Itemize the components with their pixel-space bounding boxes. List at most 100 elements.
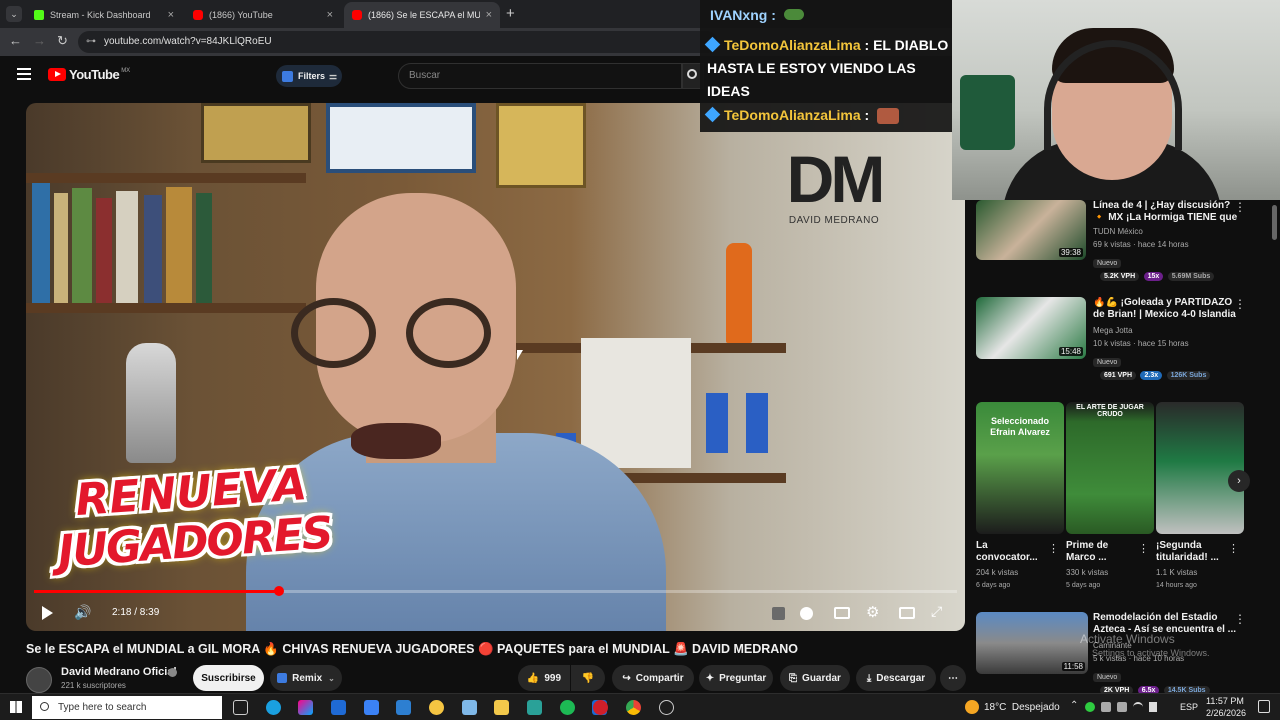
progress-track[interactable] — [34, 586, 957, 596]
weather-text[interactable]: 18°C Despejado — [984, 702, 1060, 713]
volume-icon[interactable]: 🔊 — [74, 604, 91, 621]
windows-taskbar: Type here to search 18°C Despejado ⌃ ESP… — [0, 693, 1280, 720]
outlook-icon[interactable] — [331, 700, 346, 715]
video-title[interactable]: Línea de 4 | ¿Hay discusión? 🔸 MX ¡La Ho… — [1093, 200, 1241, 224]
short-title[interactable]: Prime de Marco ... — [1066, 540, 1136, 566]
close-tab-icon[interactable]: × — [486, 9, 492, 21]
clock-time[interactable]: 11:57 PM — [1206, 696, 1244, 706]
copilot-icon[interactable] — [298, 700, 313, 715]
more-vert-icon[interactable]: ⋮ — [1234, 612, 1246, 626]
share-button[interactable]: ↪ Compartir — [612, 665, 694, 691]
site-info-icon[interactable]: ⊶ — [86, 31, 96, 53]
short-item[interactable]: ¡Segunda titularidad! ... 1.1 K vistas 1… — [1156, 402, 1244, 592]
video-thumbnail[interactable]: 39:38 — [976, 200, 1086, 260]
more-vert-icon[interactable]: ⋮ — [1048, 542, 1059, 555]
more-vert-icon[interactable]: ⋮ — [1138, 542, 1149, 555]
video-thumbnail[interactable]: 11:58 — [976, 612, 1088, 674]
save-button[interactable]: ⎘ Guardar — [780, 665, 850, 691]
opera-icon[interactable] — [593, 700, 608, 715]
sidebar-scrollbar[interactable] — [1272, 205, 1277, 240]
channel-avatar[interactable] — [26, 667, 52, 693]
youtube-logo[interactable]: YouTube MX — [48, 67, 130, 82]
tab-kick-dashboard[interactable]: Stream - Kick Dashboard × — [26, 2, 182, 28]
hamburger-menu-icon[interactable] — [17, 68, 31, 80]
short-thumbnail[interactable]: Seleccionado Efrain Alvarez — [976, 402, 1064, 534]
short-thumb-text: EL ARTE DE JUGAR CRUDO — [1076, 404, 1144, 418]
tray-chevron-icon[interactable]: ⌃ — [1070, 700, 1078, 711]
spotify-icon[interactable] — [560, 700, 575, 715]
app-icon[interactable] — [527, 700, 542, 715]
task-view-icon[interactable] — [233, 700, 248, 715]
close-tab-icon[interactable]: × — [327, 9, 333, 21]
extension-icon[interactable] — [772, 607, 785, 620]
short-item[interactable]: Seleccionado Efrain Alvarez La convocato… — [976, 402, 1064, 592]
more-vert-icon[interactable]: ⋮ — [1228, 542, 1239, 555]
like-button[interactable]: 👍 999 — [518, 665, 570, 691]
settings-gear-icon[interactable]: ⚙ — [866, 603, 879, 621]
dislike-button[interactable]: 👎 — [571, 665, 605, 691]
autoplay-toggle-icon[interactable] — [800, 607, 813, 620]
folder-icon[interactable] — [494, 700, 509, 715]
search-input[interactable]: Buscar — [398, 63, 682, 89]
short-thumbnail[interactable]: EL ARTE DE JUGAR CRUDO — [1066, 402, 1154, 534]
url-field[interactable]: ⊶ youtube.com/watch?v=84JKLlQRoEU — [78, 31, 718, 53]
short-item[interactable]: EL ARTE DE JUGAR CRUDO Prime de Marco ..… — [1066, 402, 1154, 592]
app-icon[interactable] — [659, 700, 674, 715]
list-item[interactable]: 15:48 🔥💪 ¡Goleada y PARTIDAZO de Brian! … — [976, 297, 1266, 380]
search-placeholder: Buscar — [409, 70, 441, 81]
short-title[interactable]: ¡Segunda titularidad! ... — [1156, 540, 1226, 566]
shelf — [26, 303, 306, 313]
filters-button[interactable]: Filters ⚌ — [276, 65, 342, 87]
new-tab-button[interactable]: + — [506, 5, 515, 22]
more-actions-button[interactable]: ⋯ — [940, 665, 966, 691]
back-arrow-icon[interactable]: ← — [9, 33, 22, 48]
tab-youtube-video[interactable]: (1866) Se le ESCAPA el MUNDI × — [344, 2, 500, 28]
subscribe-button[interactable]: Suscribirse — [193, 665, 264, 691]
edge-icon[interactable] — [266, 700, 281, 715]
more-vert-icon[interactable]: ⋮ — [1234, 297, 1246, 311]
obs-icon[interactable] — [429, 700, 444, 715]
more-vert-icon[interactable]: ⋮ — [1234, 200, 1246, 214]
download-button[interactable]: ⤓ Descargar — [856, 665, 936, 691]
video-title[interactable]: 🔥💪 ¡Goleada y PARTIDAZO de Brian! | Mexi… — [1093, 297, 1241, 321]
tray-icons[interactable] — [1085, 702, 1165, 712]
list-item[interactable]: 39:38 Línea de 4 | ¿Hay discusión? 🔸 MX … — [976, 200, 1266, 281]
notification-icon[interactable] — [1258, 700, 1270, 713]
tab-menu-chevron-icon[interactable]: ⌄ — [6, 6, 22, 22]
remix-button[interactable]: Remix ⌄ — [270, 665, 342, 691]
taskbar-search-box[interactable]: Type here to search — [32, 696, 222, 719]
webcam-overlay — [952, 0, 1280, 200]
channel-name[interactable]: David Medrano Oficial — [61, 666, 177, 678]
progress-fill — [34, 590, 279, 593]
like-count: 999 — [544, 672, 562, 684]
short-title[interactable]: La convocator... — [976, 540, 1046, 566]
search-icon — [40, 702, 49, 711]
theater-mode-icon[interactable] — [899, 607, 915, 619]
progress-scrubber[interactable] — [273, 586, 284, 596]
short-thumbnail[interactable] — [1156, 402, 1244, 534]
file-explorer-icon[interactable] — [462, 700, 477, 715]
channel-name[interactable]: TUDN México — [1093, 225, 1143, 238]
store-icon[interactable] — [364, 700, 379, 715]
video-thumbnail[interactable]: 15:48 — [976, 297, 1086, 359]
weather-icon[interactable] — [965, 700, 979, 714]
tab-youtube-home[interactable]: (1866) YouTube × — [185, 2, 341, 28]
channel-name[interactable]: Mega Jotta — [1093, 324, 1133, 337]
play-icon[interactable] — [42, 606, 53, 620]
close-tab-icon[interactable]: × — [168, 9, 174, 21]
ask-button[interactable]: ✦ Preguntar — [699, 665, 773, 691]
subtitles-icon[interactable] — [834, 607, 850, 619]
vscode-icon[interactable] — [396, 700, 411, 715]
activate-windows-subtitle: Settings to activate Windows. — [1092, 648, 1210, 658]
input-language[interactable]: ESP — [1180, 702, 1198, 712]
shorts-next-button[interactable]: › — [1228, 470, 1250, 492]
video-player[interactable]: DM DAVID MEDRANO RENUEVA JUGADORES — [26, 103, 965, 631]
bottle — [726, 243, 752, 343]
forward-arrow-icon[interactable]: → — [33, 33, 46, 48]
chrome-icon[interactable] — [626, 700, 641, 715]
fullscreen-icon[interactable]: ⤢ — [931, 603, 942, 620]
kick-icon — [34, 10, 44, 20]
reload-icon[interactable]: ↻ — [57, 33, 68, 49]
clock-date[interactable]: 2/26/2026 — [1206, 708, 1246, 718]
windows-start-icon[interactable] — [10, 701, 22, 713]
